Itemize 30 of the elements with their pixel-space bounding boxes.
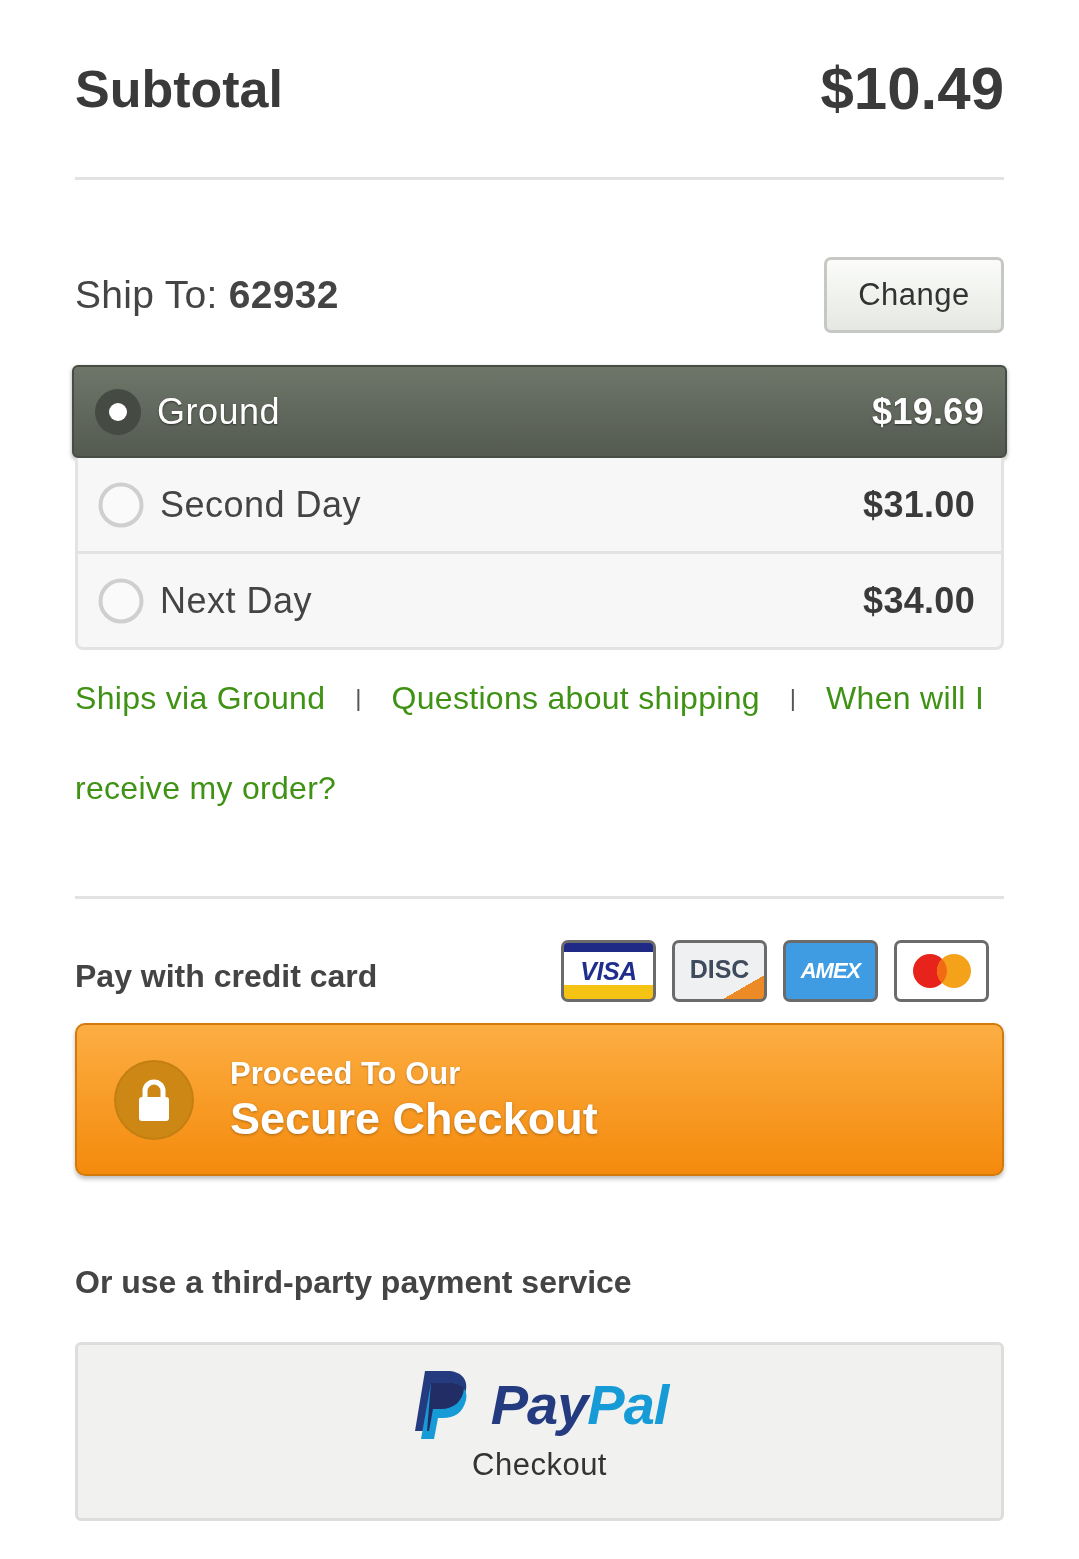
shipping-price: $31.00 <box>863 483 975 526</box>
link-separator: | <box>789 683 797 713</box>
paypal-checkout-button[interactable]: PayPal Checkout <box>75 1342 1004 1521</box>
radio-icon <box>98 577 144 624</box>
shipping-method-name: Ground <box>157 390 281 433</box>
padlock-icon <box>114 1059 194 1140</box>
ship-to-text: Ship To: 62932 <box>75 273 339 317</box>
amex-logo: AMEX <box>783 940 878 1002</box>
help-link[interactable]: Ships via Ground <box>75 678 326 718</box>
shipping-method-name: Second Day <box>160 483 362 526</box>
shipping-price: $34.00 <box>863 579 975 622</box>
radio-icon <box>95 388 141 435</box>
shipping-option-row[interactable]: Second Day $31.00 <box>75 458 1004 554</box>
visa-logo: VISA <box>561 940 656 1002</box>
help-link[interactable]: Questions about shipping <box>391 678 760 718</box>
help-link[interactable]: When will I <box>826 678 985 718</box>
overlapping-circles-icon <box>894 940 989 1002</box>
disc-logo: DISC <box>672 940 767 1002</box>
pay-with-card-label: Pay with credit card <box>75 957 378 995</box>
subtotal-label: Subtotal <box>75 58 283 119</box>
radio-icon <box>98 481 144 528</box>
shipping-option-row[interactable]: Ground $19.69 <box>72 365 1007 458</box>
help-link[interactable]: receive my order? <box>75 768 337 808</box>
shipping-method-name: Next Day <box>160 579 313 622</box>
third-party-label: Or use a third-party payment service <box>75 1264 632 1300</box>
link-separator: | <box>355 683 362 713</box>
shipping-option-row[interactable]: Next Day $34.00 <box>75 554 1004 650</box>
subtotal-amount: $10.49 <box>820 54 1004 123</box>
shipping-price: $19.69 <box>872 390 984 433</box>
change-button[interactable]: Change <box>824 257 1004 333</box>
